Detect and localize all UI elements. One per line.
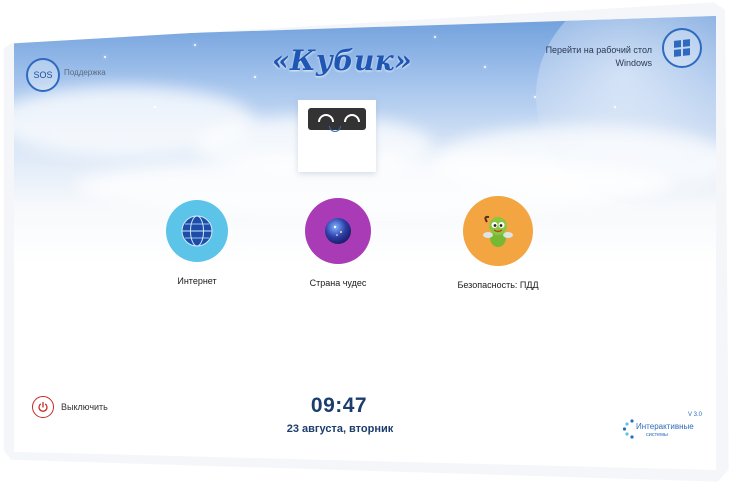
app-internet-label[interactable]: Интернет xyxy=(177,276,216,286)
app-wonderland[interactable]: Страна чудес xyxy=(305,198,371,288)
power-label[interactable]: Выключить xyxy=(61,402,108,412)
power-icon xyxy=(38,401,48,412)
star-decoration xyxy=(154,106,156,108)
robot-mascot xyxy=(298,100,376,172)
magic-ball-icon xyxy=(325,218,351,244)
brand-version: V 3.0 xyxy=(687,412,702,418)
brand-logo: V 3.0 Интерактивные системы xyxy=(622,412,706,442)
star-decoration xyxy=(484,66,486,68)
windows-desktop-button[interactable] xyxy=(662,28,702,68)
star-decoration xyxy=(434,36,436,38)
star-decoration xyxy=(254,76,256,78)
star-decoration xyxy=(614,106,616,108)
app-wonderland-circle[interactable] xyxy=(305,198,371,264)
brand-sub: системы xyxy=(646,432,668,438)
support-label[interactable]: Поддержка xyxy=(64,68,106,77)
app-internet-circle[interactable] xyxy=(166,200,228,262)
app-road-safety[interactable]: Безопасность: ПДД xyxy=(457,196,539,290)
app-wonderland-label[interactable]: Страна чудес xyxy=(310,278,367,288)
star-decoration xyxy=(194,44,196,46)
sos-label: SOS xyxy=(33,70,53,80)
brand-name: Интерактивные xyxy=(636,422,694,431)
sos-button[interactable]: SOS xyxy=(26,58,60,92)
app-road-safety-label[interactable]: Безопасность: ПДД xyxy=(457,280,538,290)
robot-smile-icon xyxy=(329,126,341,132)
star-decoration xyxy=(104,56,106,58)
monitor-frame: SOS Поддержка «Кубик» Перейти на рабочий… xyxy=(3,2,729,482)
bee-character-icon xyxy=(483,215,513,247)
app-internet[interactable]: Интернет xyxy=(166,200,228,286)
power-button[interactable] xyxy=(32,396,54,418)
globe-icon xyxy=(181,215,213,247)
star-decoration xyxy=(534,96,536,98)
app-title: «Кубик» xyxy=(272,44,413,77)
windows-logo-icon xyxy=(674,39,690,57)
clock-date: 23 августа, вторник xyxy=(286,423,394,435)
app-road-safety-circle[interactable] xyxy=(463,196,533,266)
clock-time: 09:47 xyxy=(310,394,368,417)
windows-desktop-label[interactable]: Перейти на рабочий стол Windows xyxy=(532,44,652,70)
